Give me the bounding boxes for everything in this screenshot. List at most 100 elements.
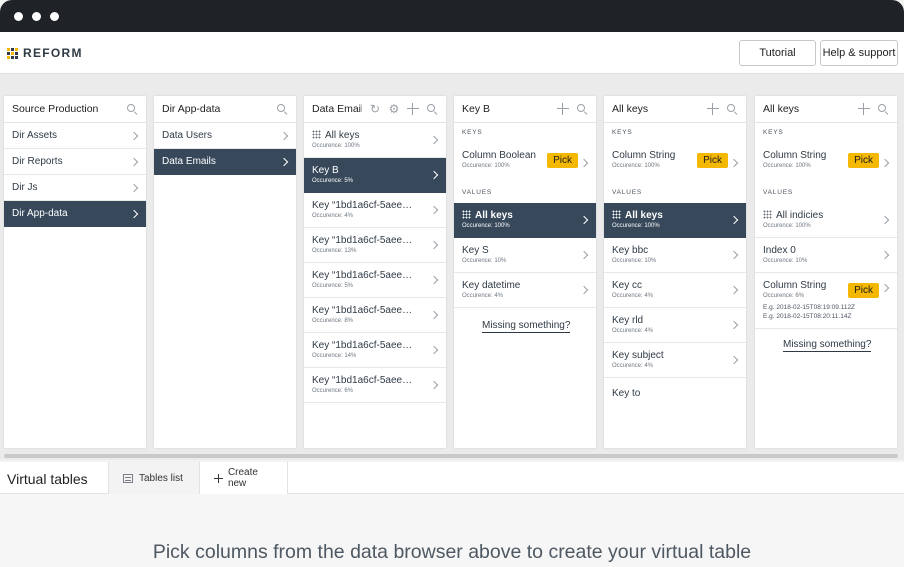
column-dir-app-data: Dir App-data Data Users Data Emails [154,96,296,448]
occurrence-text: Occurence: 5% [312,178,354,184]
search-icon[interactable] [726,103,738,115]
list-item-data-users[interactable]: Data Users [154,123,296,149]
item-label: Dir Reports [12,156,63,167]
search-icon[interactable] [576,103,588,115]
item-label: Data Emails [162,156,216,167]
pick-button[interactable]: Pick [547,153,578,168]
gear-icon[interactable]: ⚙ [388,103,400,115]
key-item[interactable]: Key “1bd1a6cf-5aee… Occurence: 13% [304,228,446,263]
missing-something-link[interactable]: Missing something? [482,320,571,333]
horizontal-scrollbar[interactable] [4,454,898,458]
list-item-dir-js[interactable]: Dir Js [4,175,146,201]
list-item-dir-app-data[interactable]: Dir App-data [4,201,146,227]
occurrence-text: Occurence: 4% [462,293,504,299]
key-item[interactable]: Key “1bd1a6cf-5aee… Occurence: 5% [304,263,446,298]
tutorial-button[interactable]: Tutorial [739,40,816,66]
key-name-row: All keys [312,130,412,141]
chevron-right-icon [880,283,890,293]
column-title: Source Production [12,103,99,115]
key-name: Key cc [612,280,643,291]
key-name: All keys [475,210,513,221]
pick-button[interactable]: Pick [697,153,728,168]
list-item-data-emails[interactable]: Data Emails [154,149,296,175]
list-icon [123,473,133,483]
missing-something-link[interactable]: Missing something? [783,339,872,352]
add-icon[interactable] [707,103,719,115]
section-label-keys: KEYS [462,129,483,136]
key-name: All indicies [776,210,824,221]
occurrence-text: Occurence: 6% [312,388,354,394]
panel-title: Virtual tables [7,471,88,487]
value-item-key-to[interactable]: Key to [604,378,746,413]
value-item-column-string[interactable]: Column String Occurence: 6% E.g. 2018-02… [755,273,897,329]
occurrence-text: Occurence: 100% [462,223,510,229]
occurrence-text: Occurence: 100% [612,223,660,229]
add-icon[interactable] [858,103,870,115]
value-item-key-cc[interactable]: Key cc Occurence: 4% [604,273,746,308]
chevron-right-icon [279,157,289,166]
column-header: Data Emails ↻ ⚙ [304,96,446,123]
window-dot-icon [32,12,41,21]
grid-icon [763,210,772,219]
column-title: Data Emails [312,103,362,115]
value-item-key-s[interactable]: Key S Occurence: 10% [454,238,596,273]
key-item[interactable]: Key “1bd1a6cf-5aee… Occurence: 4% [304,193,446,228]
key-name: Key to [612,388,641,399]
key-name: Key “1bd1a6cf-5aee… [312,305,412,316]
key-item-column-boolean[interactable]: Column Boolean Occurence: 100% Pick [454,143,596,183]
example-value: E.g. 2018-02-15T08:20:11.14Z [763,313,852,320]
search-icon[interactable] [126,103,138,115]
value-item-all-indicies[interactable]: All indicies Occurence: 100% [755,203,897,238]
key-name: Index 0 [763,245,796,256]
tab-tables-list[interactable]: Tables list [108,462,200,494]
tab-create-new[interactable]: Create new [199,462,288,494]
add-icon[interactable] [407,103,419,115]
refresh-icon[interactable]: ↻ [369,103,381,115]
key-item[interactable]: Key “1bd1a6cf-5aee… Occurence: 6% [304,368,446,403]
value-item-key-subject[interactable]: Key subject Occurence: 4% [604,343,746,378]
value-item-key-bbc[interactable]: Key bbc Occurence: 10% [604,238,746,273]
occurrence-text: Occurence: 4% [612,363,654,369]
value-item-all-keys[interactable]: All keys Occurence: 100% [454,203,596,238]
column-header: All keys [755,96,897,123]
pick-button[interactable]: Pick [848,153,879,168]
occurrence-text: Occurence: 4% [612,328,654,334]
column-key-b: Key B KEYS Column Boolean Occurence: 100… [454,96,596,448]
column-all-keys-2: All keys KEYS Column String Occurence: 1… [755,96,897,448]
list-item-dir-reports[interactable]: Dir Reports [4,149,146,175]
logo-grid-icon [7,47,18,59]
key-item-column-string[interactable]: Column String Occurence: 100% Pick [604,143,746,183]
key-item-column-string[interactable]: Column String Occurence: 100% Pick [755,143,897,183]
value-item-index-0[interactable]: Index 0 Occurence: 10% [755,238,897,273]
logo[interactable]: REFORM [7,46,83,60]
search-icon[interactable] [426,103,438,115]
key-item-all-keys[interactable]: All keys Occurence: 100% [304,123,446,158]
column-title: Dir App-data [162,103,221,115]
add-icon[interactable] [557,103,569,115]
key-item-key-b[interactable]: Key B Occurence: 5% [304,158,446,193]
section-label-values: VALUES [612,189,642,196]
chevron-right-icon [279,131,289,140]
key-item[interactable]: Key “1bd1a6cf-5aee… Occurence: 8% [304,298,446,333]
example-value: E.g. 2018-02-15T08:19:09.112Z [763,304,856,311]
item-label: Dir Js [12,182,38,193]
help-support-button[interactable]: Help & support [820,40,898,66]
pick-button[interactable]: Pick [848,283,879,298]
value-item-key-rld[interactable]: Key rld Occurence: 4% [604,308,746,343]
key-name: All keys [325,130,360,141]
occurrence-text: Occurence: 13% [312,248,357,254]
section-label-values: VALUES [763,189,793,196]
search-icon[interactable] [877,103,889,115]
item-label: Dir App-data [12,208,68,219]
column-title: Key B [462,103,491,115]
search-icon[interactable] [276,103,288,115]
key-name: Key “1bd1a6cf-5aee… [312,270,412,281]
value-item-key-datetime[interactable]: Key datetime Occurence: 4% [454,273,596,308]
value-item-all-keys[interactable]: All keys Occurence: 100% [604,203,746,238]
key-name: Key B [312,165,339,176]
empty-state-hint: Pick columns from the data browser above… [152,541,752,563]
list-item-dir-assets[interactable]: Dir Assets [4,123,146,149]
key-item[interactable]: Key “1bd1a6cf-5aee… Occurence: 14% [304,333,446,368]
virtual-tables-bar: Virtual tables Tables list Create new [0,462,904,494]
chevron-right-icon [129,209,139,218]
